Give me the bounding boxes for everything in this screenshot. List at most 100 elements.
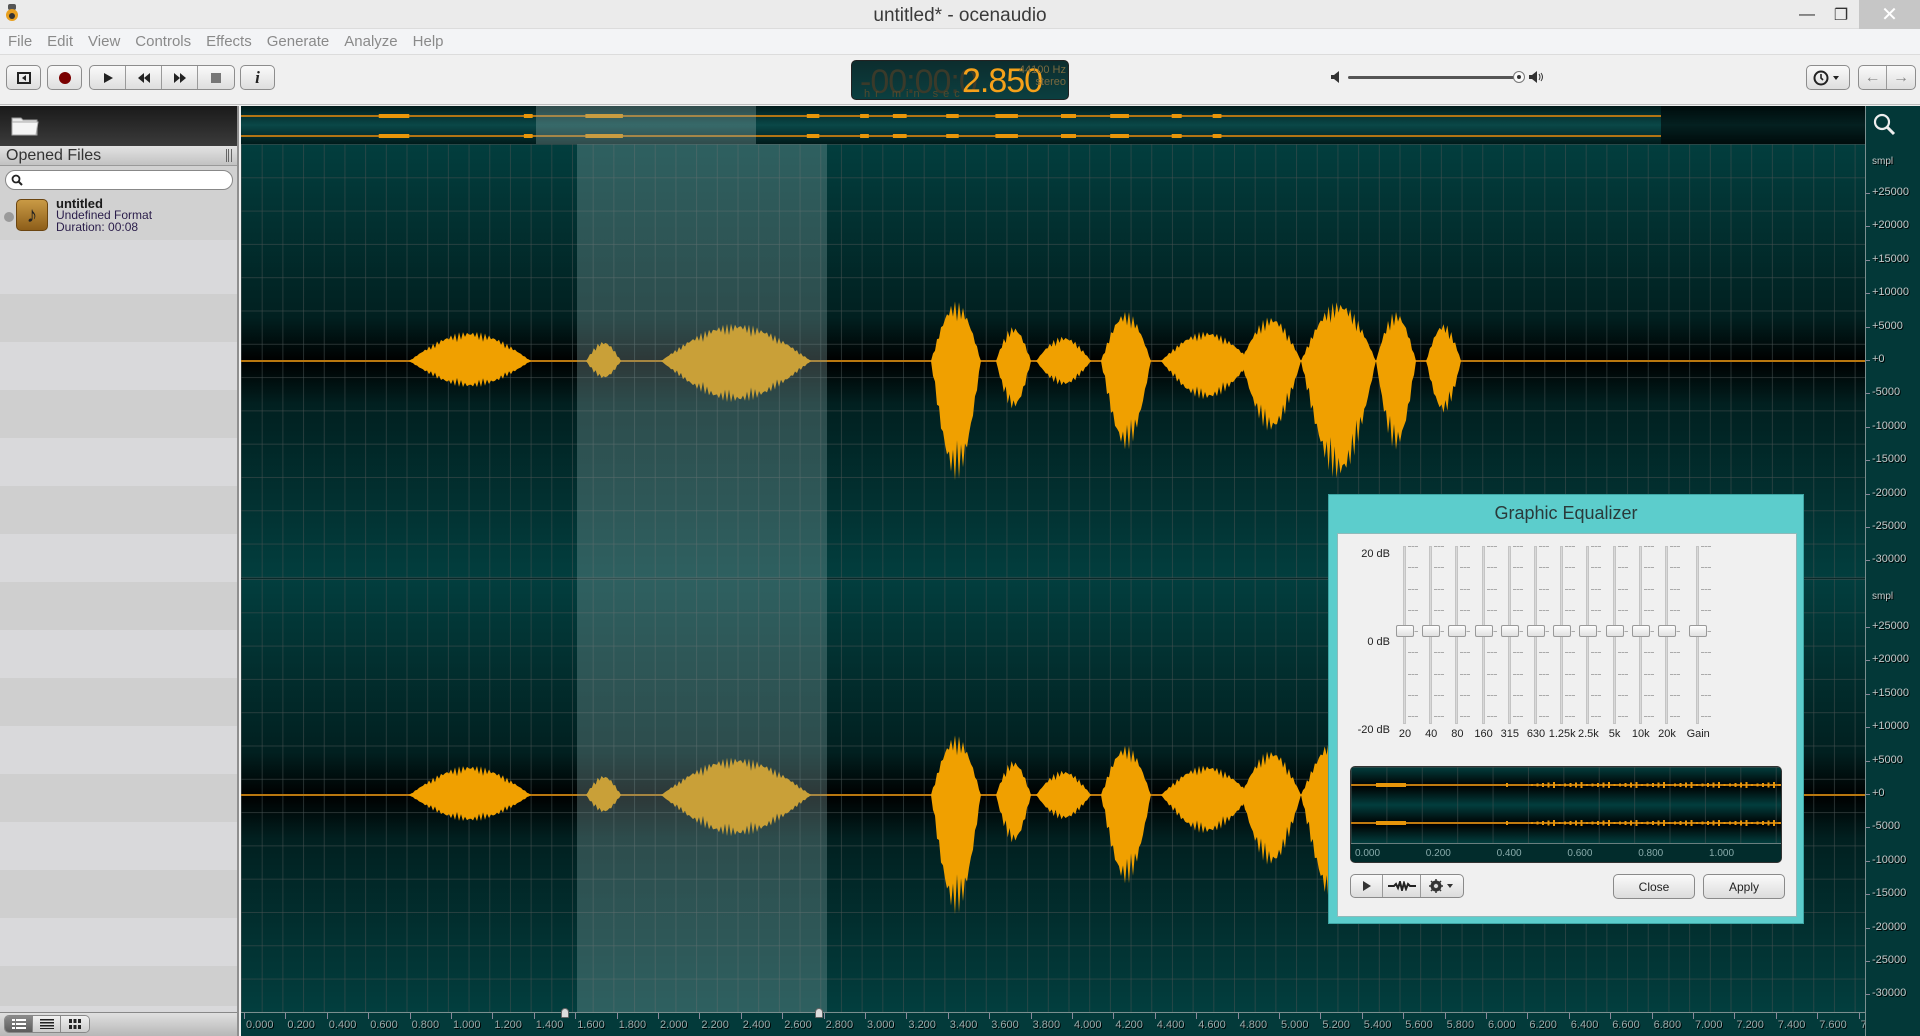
time-ruler-tick (451, 1013, 452, 1019)
time-ruler-label: 3.400 (949, 1019, 978, 1031)
selection-region[interactable] (577, 144, 827, 1012)
overview-burst (860, 114, 869, 118)
eq-slider-handle[interactable] (1500, 625, 1519, 637)
nav-forward-button[interactable]: → (1887, 66, 1915, 89)
time-ruler-tick (575, 1013, 577, 1019)
menu-analyze[interactable]: Analyze (344, 33, 397, 50)
overview-burst (378, 134, 410, 138)
eq-slider-handle[interactable] (1422, 625, 1441, 637)
maximize-button[interactable]: ❐ (1818, 0, 1864, 29)
menu-controls[interactable]: Controls (135, 33, 191, 50)
overview-viewport[interactable] (536, 106, 756, 144)
preview-burst (1536, 783, 1539, 787)
menu-generate[interactable]: Generate (267, 33, 330, 50)
overview-burst (892, 134, 907, 138)
eq-slider-handle[interactable] (1474, 625, 1493, 637)
eq-scale-dash (1512, 716, 1523, 717)
overview-burst (1171, 134, 1182, 138)
time-ruler-label: 4.200 (1115, 1019, 1143, 1031)
rewind-button[interactable] (126, 66, 162, 89)
menu-edit[interactable]: Edit (47, 33, 73, 50)
file-list-item[interactable]: ♪ untitled Undefined Format Duration: 00… (0, 194, 237, 240)
zoom-icon[interactable] (1872, 112, 1898, 138)
time-ruler-tick (1072, 1013, 1073, 1019)
preview-burst (1635, 820, 1638, 826)
preview-ruler-label: 1.000 (1709, 848, 1735, 859)
menu-view[interactable]: View (88, 33, 120, 50)
volume-slider-handle[interactable] (1513, 71, 1525, 83)
time-ruler-label: 5.200 (1322, 1019, 1350, 1031)
amplitude-label: -25000 (1872, 954, 1907, 966)
nav-back-button[interactable]: ← (1859, 66, 1887, 89)
equalizer-preview[interactable]: 0.000 0.200 0.400 0.600 0.800 1.000 (1350, 766, 1782, 863)
selection-end-handle[interactable] (815, 1008, 824, 1018)
time-ruler-tick (1113, 1013, 1115, 1019)
overview-burst (523, 134, 533, 138)
amplitude-tick (1866, 860, 1870, 862)
view-list-button[interactable] (33, 1016, 61, 1032)
eq-slider-handle[interactable] (1396, 625, 1414, 637)
amplitude-tick (1866, 226, 1870, 228)
play-button[interactable] (90, 66, 126, 89)
amplitude-tick (1866, 493, 1870, 495)
amplitude-tick (1866, 627, 1870, 628)
preview-burst (1657, 782, 1660, 788)
overview-outside-range (1661, 106, 1865, 144)
time-ruler-label: 5.000 (1281, 1019, 1309, 1031)
eq-slider-handle[interactable] (1658, 625, 1676, 637)
overview-strip[interactable] (241, 106, 1865, 144)
preview-burst (1630, 782, 1632, 788)
eq-scale-dash (1701, 609, 1712, 611)
search-input[interactable] (26, 172, 226, 188)
eq-slider-handle[interactable] (1553, 625, 1572, 637)
panel-grip-icon[interactable] (226, 149, 232, 162)
transport-controls (89, 65, 235, 90)
toggle-sidebar-button[interactable] (6, 65, 41, 90)
time-ruler-tick (1030, 1013, 1032, 1019)
time-ruler-label: 4.400 (1156, 1019, 1185, 1031)
selection-start-handle[interactable] (560, 1008, 569, 1018)
eq-band-slider[interactable] (1683, 546, 1713, 724)
record-button[interactable] (47, 65, 82, 90)
preview-burst (1740, 782, 1742, 788)
eq-band-slider[interactable] (1652, 546, 1682, 724)
overview-burst (1171, 114, 1182, 118)
eq-slider-handle[interactable] (1689, 625, 1708, 637)
stop-button[interactable] (198, 66, 234, 89)
eq-slider-handle[interactable] (1605, 625, 1624, 637)
menu-help[interactable]: Help (413, 33, 444, 50)
preview-burst (1553, 820, 1555, 826)
time-ruler-tick (326, 1013, 328, 1019)
preview-burst (1597, 783, 1599, 787)
close-window-button[interactable]: ✕ (1859, 0, 1920, 29)
preview-bypass-button[interactable] (1383, 875, 1421, 897)
view-grid-button[interactable] (61, 1016, 89, 1032)
preset-settings-button[interactable] (1421, 875, 1463, 897)
preview-burst (1745, 820, 1748, 826)
preview-burst (1624, 783, 1627, 787)
eq-slider-handle[interactable] (1631, 625, 1650, 637)
volume-slider[interactable] (1348, 76, 1518, 79)
preview-burst (1635, 782, 1638, 788)
view-detailed-list-button[interactable] (5, 1016, 33, 1032)
menu-file[interactable]: File (8, 33, 32, 50)
close-button[interactable]: Close (1613, 874, 1695, 899)
eq-slider-handle[interactable] (1448, 625, 1467, 637)
time-ruler-tick (533, 1013, 535, 1019)
preview-burst (1773, 782, 1775, 788)
preview-controls (1350, 874, 1464, 898)
preview-burst (1756, 821, 1759, 825)
eq-slider-handle[interactable] (1527, 625, 1545, 637)
folder-icon[interactable] (10, 112, 40, 138)
history-button[interactable] (1806, 65, 1850, 90)
menu-effects[interactable]: Effects (206, 33, 252, 50)
eq-slider-handle[interactable] (1579, 625, 1598, 637)
time-ruler[interactable]: 0.000 0.200 0.400 0.600 0.800 1.000 1.200 1.400… (241, 1008, 1865, 1036)
preview-play-button[interactable] (1351, 875, 1383, 897)
info-button[interactable]: i (240, 65, 275, 90)
eq-scale-dash (1701, 588, 1712, 590)
preview-burst (1690, 820, 1693, 826)
eq-scale-dash (1408, 716, 1418, 717)
apply-button[interactable]: Apply (1703, 874, 1785, 899)
fast-forward-button[interactable] (162, 66, 198, 89)
